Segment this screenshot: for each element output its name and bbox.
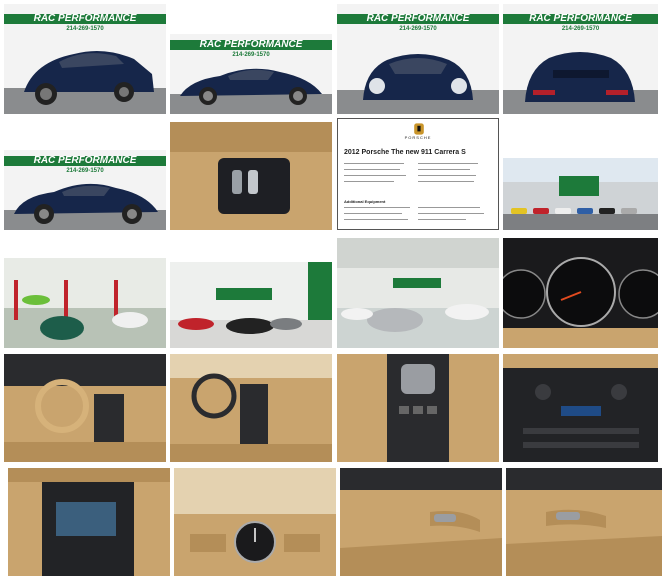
door-photo bbox=[506, 468, 662, 576]
sticker-title: 2012 Porsche The new 911 Carrera S bbox=[344, 149, 466, 156]
thumbnail-showroom-floor[interactable] bbox=[170, 262, 332, 348]
thumbnail-climate-controls[interactable] bbox=[503, 354, 658, 462]
thumbnail-showroom-floor-2[interactable] bbox=[337, 238, 499, 348]
window-sticker-doc: PORSCHE 2012 Porsche The new 911 Carrera… bbox=[337, 118, 499, 230]
porsche-crest-icon bbox=[414, 123, 424, 135]
dealer-phone: 214-269-1570 bbox=[66, 26, 104, 32]
shop-photo bbox=[4, 258, 166, 348]
thumbnail-infotainment[interactable] bbox=[8, 468, 170, 576]
interior-photo bbox=[170, 354, 332, 462]
sticker-section: Additional Equipment bbox=[344, 199, 386, 204]
thumbnail-side-profile[interactable]: RAC PERFORMANCE 214-269-1570 bbox=[170, 34, 332, 114]
thumbnail-window-sticker[interactable]: PORSCHE 2012 Porsche The new 911 Carrera… bbox=[337, 118, 499, 230]
thumbnail-door-panel[interactable] bbox=[340, 468, 502, 576]
thumbnail-center-console[interactable] bbox=[337, 354, 499, 462]
thumbnail-service-shop[interactable] bbox=[4, 258, 166, 348]
dealer-name: RAC PERFORMANCE bbox=[33, 13, 137, 24]
thumbnail-front[interactable]: RAC PERFORMANCE 214-269-1570 bbox=[337, 4, 499, 114]
thumbnail-side-profile-2[interactable]: RAC PERFORMANCE 214-269-1570 bbox=[4, 150, 166, 230]
showroom-photo bbox=[337, 238, 499, 348]
interior-photo bbox=[8, 468, 170, 576]
thumbnail-driver-cockpit[interactable] bbox=[4, 354, 166, 462]
dealer-name: RAC PERFORMANCE bbox=[366, 13, 470, 24]
dealer-phone: 214-269-1570 bbox=[399, 26, 437, 32]
thumbnail-rear[interactable]: RAC PERFORMANCE 214-269-1570 bbox=[503, 4, 658, 114]
thumbnail-showroom-exterior[interactable] bbox=[503, 158, 658, 230]
dealer-name: RAC PERFORMANCE bbox=[199, 39, 303, 50]
clock-photo bbox=[174, 468, 336, 576]
dealer-phone: 214-269-1570 bbox=[561, 26, 600, 32]
dealer-phone: 214-269-1570 bbox=[232, 52, 270, 58]
building-photo bbox=[503, 158, 658, 230]
thumbnail-gauge-cluster[interactable] bbox=[503, 238, 658, 348]
thumbnail-key-and-manual[interactable] bbox=[170, 122, 332, 230]
sticker-brand: PORSCHE bbox=[404, 135, 432, 140]
dealer-phone: 214-269-1570 bbox=[66, 168, 104, 174]
showroom-photo bbox=[170, 262, 332, 348]
gauge-photo bbox=[503, 238, 658, 348]
interior-photo bbox=[337, 354, 499, 462]
interior-photo bbox=[4, 354, 166, 462]
key-photo bbox=[170, 122, 332, 230]
thumbnail-dashboard[interactable] bbox=[170, 354, 332, 462]
thumbnail-dash-clock[interactable] bbox=[174, 468, 336, 576]
thumbnail-front-three-quarter[interactable]: RAC PERFORMANCE 214-269-1570 bbox=[4, 4, 166, 114]
dealer-name: RAC PERFORMANCE bbox=[33, 155, 137, 166]
controls-photo bbox=[503, 354, 658, 462]
dealer-name: RAC PERFORMANCE bbox=[529, 13, 632, 24]
door-photo bbox=[340, 468, 502, 576]
thumbnail-door-panel-2[interactable] bbox=[506, 468, 662, 576]
